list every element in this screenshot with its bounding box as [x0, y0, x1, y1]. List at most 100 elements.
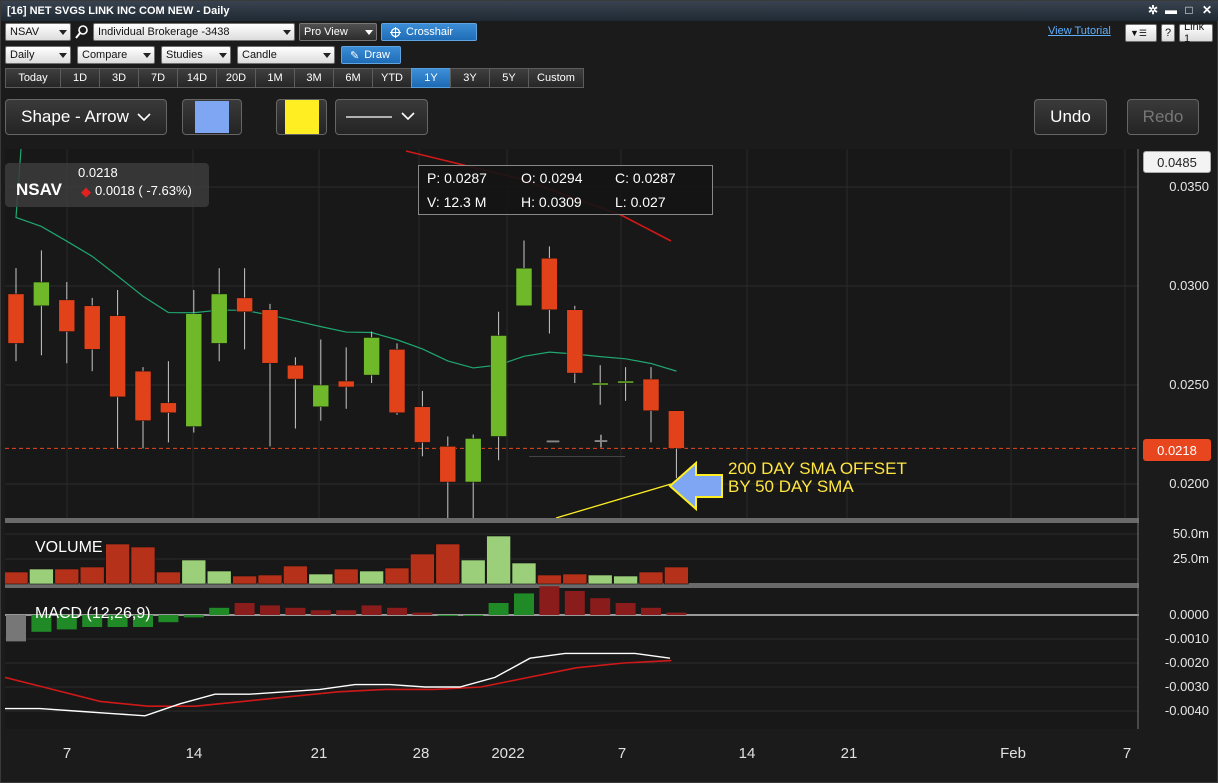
redo-button[interactable]: Redo — [1127, 99, 1199, 135]
annotation-line-2: BY 50 DAY SMA — [728, 477, 854, 496]
search-icon[interactable] — [75, 24, 89, 40]
timeframe-14d[interactable]: 14D — [177, 68, 217, 88]
ohlc-price: P: 0.0287 — [427, 170, 487, 186]
interval-select[interactable]: Daily — [5, 46, 71, 64]
shape-select[interactable]: Shape - Arrow — [5, 99, 167, 135]
volume-panel-separator — [5, 518, 1139, 523]
volume-bar — [3, 571, 29, 585]
undo-button[interactable]: Undo — [1034, 99, 1107, 135]
timeframe-3m[interactable]: 3M — [294, 68, 334, 88]
candle-body — [261, 309, 279, 364]
macd-tick: -0.0020 — [1164, 655, 1209, 670]
timeframe-ytd[interactable]: YTD — [372, 68, 412, 88]
ohlc-high: H: 0.0309 — [521, 194, 582, 210]
help-label: ? — [1165, 27, 1172, 39]
macd-histogram-bar — [463, 615, 484, 616]
time-axis-label: 14 — [185, 745, 203, 762]
crosshair-button[interactable]: Crosshair — [381, 23, 477, 41]
window-titlebar[interactable]: [16] NET SVGS LINK INC COM NEW - Daily ✲… — [1, 1, 1218, 21]
window-controls: ✲ ▬ □ ✕ — [1147, 3, 1213, 17]
timeframe-7d[interactable]: 7D — [138, 68, 178, 88]
link-button[interactable]: Link 1 — [1179, 21, 1213, 45]
macd-histogram-bar — [387, 607, 407, 615]
studies-select[interactable]: Studies — [161, 46, 231, 64]
quote-symbol: NSAV — [16, 180, 62, 199]
volume-bar — [435, 543, 461, 585]
line-color-button[interactable] — [276, 99, 327, 135]
chart-window: [16] NET SVGS LINK INC COM NEW - Daily ✲… — [0, 0, 1218, 783]
volume-bar — [562, 573, 588, 585]
account-select[interactable]: Individual Brokerage -3438 — [93, 23, 295, 41]
view-value: Pro View — [304, 26, 348, 38]
chart-type-value: Candle — [242, 49, 277, 61]
menu-button[interactable]: ▼☰ — [1125, 24, 1157, 42]
chevron-down-icon — [137, 113, 151, 122]
ohlc-volume: V: 12.3 M — [427, 194, 487, 210]
toolbar-row-1: NSAV Individual Brokerage -3438 Pro View… — [5, 23, 477, 41]
volume-bar — [156, 571, 181, 585]
timeframe-20d[interactable]: 20D — [216, 68, 256, 88]
timeframe-6m[interactable]: 6M — [333, 68, 373, 88]
chart-type-select[interactable]: Candle — [237, 46, 335, 64]
time-axis-label: 2022 — [491, 745, 525, 762]
view-select[interactable]: Pro View — [299, 23, 377, 41]
toolbar-row-2: Daily Compare Studies Candle ✎ Draw — [5, 46, 401, 64]
volume-bar — [511, 562, 537, 585]
account-value: Individual Brokerage -3438 — [98, 26, 230, 38]
volume-bar — [333, 568, 359, 585]
macd-histogram-bar — [336, 610, 357, 615]
close-icon[interactable]: ✕ — [1201, 3, 1213, 17]
macd-tick: 0.0000 — [1169, 607, 1209, 622]
shape-value: Shape - Arrow — [21, 107, 129, 126]
compare-value: Compare — [82, 49, 128, 61]
volume-bar — [54, 568, 80, 585]
candle-body — [134, 370, 152, 421]
macd-histogram-bar — [183, 615, 204, 618]
line-color-swatch — [284, 100, 319, 134]
zoom-in-icon[interactable]: + — [593, 426, 608, 457]
macd-histogram-bar — [209, 607, 230, 615]
ohlc-low: L: 0.027 — [615, 194, 666, 210]
time-axis-label: 21 — [310, 745, 328, 762]
candle-body — [414, 406, 431, 443]
timeframe-today[interactable]: Today — [5, 68, 61, 88]
macd-histogram-bar — [158, 615, 179, 623]
zoom-out-icon[interactable]: − — [545, 426, 560, 457]
last-price: 0.0218 — [78, 165, 118, 180]
draw-button[interactable]: ✎ Draw — [341, 46, 401, 64]
studies-value: Studies — [166, 49, 203, 61]
fill-color-button[interactable] — [182, 99, 242, 135]
volume-bar — [359, 570, 384, 585]
view-tutorial-link[interactable]: View Tutorial — [1048, 25, 1111, 37]
time-axis-label: 7 — [62, 745, 72, 762]
minimize-icon[interactable]: ▬ — [1165, 3, 1177, 17]
timeframe-3y[interactable]: 3Y — [450, 68, 490, 88]
volume-bar — [206, 570, 232, 585]
timeframe-5y[interactable]: 5Y — [489, 68, 529, 88]
candle-body — [515, 267, 533, 307]
settings-icon[interactable]: ✲ — [1147, 3, 1159, 17]
help-button[interactable]: ? — [1161, 24, 1175, 42]
price-tick: 0.0300 — [1169, 278, 1209, 293]
time-axis-label: 7 — [617, 745, 627, 762]
timeframe-buttons: Today 1D 3D 7D 14D 20D 1M 3M 6M YTD 1Y 3Y 5Y Custom — [5, 68, 584, 88]
line-style-select[interactable] — [335, 99, 428, 135]
candle-body — [160, 402, 177, 413]
timeframe-3d[interactable]: 3D — [99, 68, 139, 88]
annotation-text[interactable]: 200 DAY SMA OFFSET BY 50 DAY SMA — [728, 460, 907, 496]
price-tick: 0.0350 — [1169, 179, 1209, 194]
macd-label: MACD (12,26,9) — [35, 605, 151, 622]
volume-bar — [181, 559, 207, 585]
candle-body — [617, 380, 634, 384]
maximize-icon[interactable]: □ — [1183, 3, 1195, 17]
symbol-input[interactable]: NSAV — [5, 23, 71, 41]
timeframe-custom[interactable]: Custom — [528, 68, 584, 88]
macd-histogram-bar — [641, 607, 661, 615]
compare-select[interactable]: Compare — [77, 46, 155, 64]
candle-body — [363, 337, 380, 376]
timeframe-1d[interactable]: 1D — [60, 68, 100, 88]
candle-body — [58, 299, 76, 332]
timeframe-1y[interactable]: 1Y — [411, 68, 451, 88]
timeframe-1m[interactable]: 1M — [255, 68, 295, 88]
crosshair-icon — [390, 26, 401, 38]
